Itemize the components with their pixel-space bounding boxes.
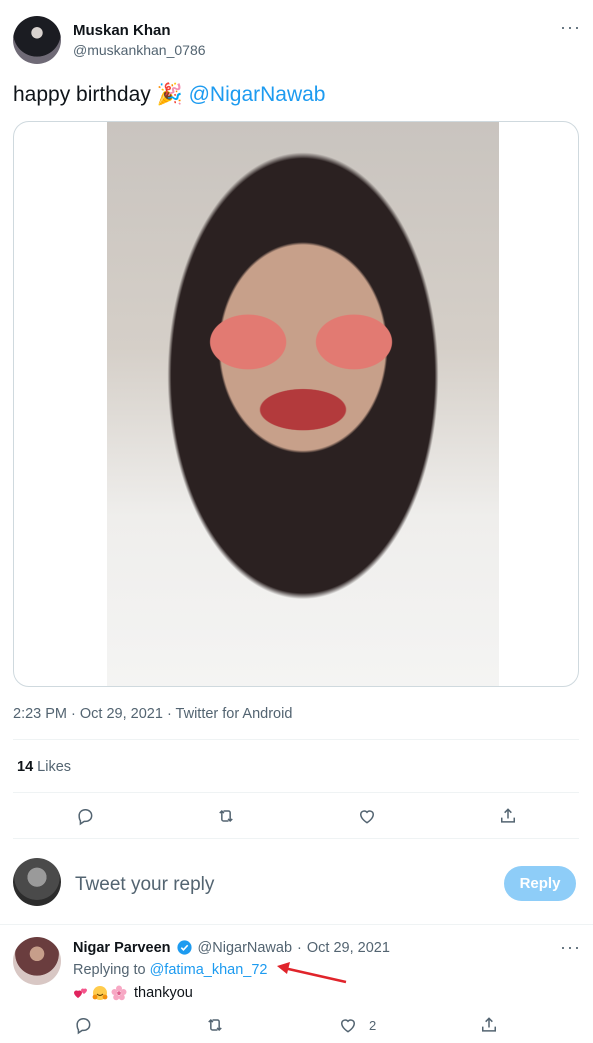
likes-label: Likes: [37, 759, 72, 775]
tweet-text-body: happy birthday: [13, 83, 151, 106]
divider: [13, 792, 579, 793]
annotation-arrow-icon: [277, 962, 347, 984]
reply-date[interactable]: Oct 29, 2021: [307, 940, 390, 956]
reply-header: Nigar Parveen @NigarNawab · Oct 29, 2021: [73, 939, 390, 956]
divider: [13, 739, 579, 740]
separator: ·: [297, 939, 302, 956]
hugging-face-icon: [92, 986, 108, 1000]
retweet-icon[interactable]: [204, 1014, 226, 1036]
replying-to-mention[interactable]: @fatima_khan_72: [150, 962, 268, 978]
current-user-avatar[interactable]: [13, 858, 61, 906]
author-name[interactable]: Muskan Khan: [73, 22, 171, 39]
more-options-icon[interactable]: ···: [560, 937, 581, 958]
reply-button[interactable]: Reply: [504, 866, 576, 901]
reply-icon[interactable]: [74, 805, 96, 827]
tweet-mention-link[interactable]: @NigarNawab: [189, 83, 326, 106]
tweet-photo[interactable]: [107, 122, 499, 686]
reply-input[interactable]: Tweet your reply: [75, 874, 214, 896]
tweet-text: happy birthday 🎉 @NigarNawab: [13, 83, 325, 107]
like-icon[interactable]: [337, 1014, 359, 1036]
tweet-timestamp-source[interactable]: 2:23 PM · Oct 29, 2021 · Twitter for And…: [13, 706, 292, 722]
reply-author-handle[interactable]: @NigarNawab: [198, 940, 293, 956]
more-options-icon[interactable]: ···: [560, 17, 581, 38]
reply-icon[interactable]: [72, 1014, 94, 1036]
cherry-blossom-icon: [111, 985, 127, 1001]
tweet-media-card[interactable]: [13, 121, 579, 687]
reply-like-count: 2: [369, 1018, 377, 1033]
like-icon[interactable]: [356, 805, 378, 827]
reply-text-body: thankyou: [134, 985, 193, 1001]
verified-badge-icon: [176, 939, 193, 956]
reply-text: thankyou: [73, 985, 193, 1001]
divider: [13, 838, 579, 839]
replying-to: Replying to @fatima_khan_72: [73, 962, 267, 978]
share-icon[interactable]: [497, 805, 519, 827]
retweet-icon[interactable]: [215, 805, 237, 827]
reply-author-avatar[interactable]: [13, 937, 61, 985]
share-icon[interactable]: [478, 1014, 500, 1036]
likes-count-link[interactable]: 14 Likes: [17, 759, 71, 775]
divider: [0, 924, 593, 925]
likes-number: 14: [17, 759, 34, 775]
author-avatar[interactable]: [13, 16, 61, 64]
author-handle[interactable]: @muskankhan_0786: [73, 42, 206, 58]
reply-author-name[interactable]: Nigar Parveen: [73, 940, 171, 956]
replying-to-label: Replying to: [73, 962, 146, 978]
two-hearts-icon: [74, 988, 87, 998]
party-popper-emoji: 🎉: [156, 83, 183, 106]
